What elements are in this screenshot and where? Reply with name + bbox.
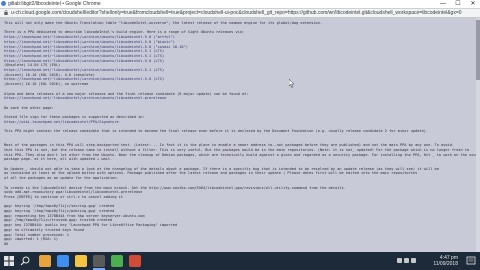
- content-line: package page. at it here, all with updat…: [4, 157, 113, 162]
- windows-start-icon[interactable]: [4, 256, 14, 266]
- content-line: OK: [4, 241, 9, 246]
- battery-icon[interactable]: [411, 258, 416, 263]
- content-line: Stated file sign for these packages is s…: [4, 115, 145, 119]
- search-icon[interactable]: [20, 256, 31, 266]
- browser-title-bar: gitlab:libgit2/libcodeintel • Google Chr…: [0, 0, 480, 9]
- volume-icon[interactable]: [404, 258, 409, 263]
- chrome-icon: [1, 1, 6, 6]
- content-line: gpg: Total number processed: 1: [4, 232, 69, 237]
- system-tray: 4:47 pm 11/09/2018: [397, 254, 458, 268]
- taskbar-app-icon[interactable]: [93, 255, 105, 267]
- content-line: gpg: key 1378B444: public key "Launchpad…: [4, 223, 178, 228]
- scrollbar-thumb[interactable]: [476, 20, 480, 80]
- taskbar-app-icon[interactable]: [57, 255, 69, 267]
- content-link[interactable]: https://launchpad.net/~libcodeintel/+arc…: [4, 49, 164, 53]
- content-line: Most of the packages in this PPA will st…: [4, 143, 455, 148]
- content-line: gpg: keyring '/tmp/tmpx8y71ijc/secring.g…: [4, 204, 115, 209]
- url-text[interactable]: u-ch.cloud.google.com/cloudshell/editor?…: [11, 9, 473, 17]
- taskbar-app-icon[interactable]: [111, 255, 123, 267]
- mouse-cursor-icon: [289, 79, 295, 88]
- page-content: This will not only make the Ubuntu Trans…: [0, 18, 480, 252]
- content-line: gpg: imported: 1 (RSA: 1): [4, 237, 59, 242]
- content-line: Do each the other page:: [4, 105, 54, 110]
- content-line: (Ancient) 16.10 (EOL 2016), 4.0 (obsolet…: [4, 72, 95, 77]
- content-line: this PPA. They also don't let other from…: [4, 152, 476, 157]
- content-link[interactable]: https://wiki.launchpad.net/libcodeintel/…: [4, 120, 119, 124]
- content-link[interactable]: https://launchpad.net/~libcodeintel/+arc…: [4, 35, 175, 39]
- content-line: of all the packages as an update for the…: [4, 176, 119, 181]
- content-link[interactable]: https://launchpad.net/~libcodeintel/+arc…: [4, 68, 164, 72]
- close-button[interactable]: ✕: [466, 0, 480, 8]
- taskbar: 4:47 pm 11/09/2018: [0, 252, 480, 270]
- content-line: On_Update_, should not able to_take a lo…: [4, 166, 439, 171]
- content-link[interactable]: https://launchpad.net/~libcodeintel/+arc…: [4, 77, 164, 81]
- content-line: gpg: requesting key 1378B444 from hkp se…: [4, 213, 145, 218]
- content-link[interactable]: https://launchpad.net/~libcodeintel/+arc…: [4, 45, 188, 49]
- content-link[interactable]: https://launchpad.net/~libcodeintel/+arc…: [4, 40, 175, 44]
- clock-date[interactable]: 11/09/2018: [422, 261, 458, 267]
- content-link[interactable]: https://launchpad.net/~libcodeintel/+arc…: [4, 54, 164, 58]
- content-line: This PPA might contain the release candi…: [4, 129, 429, 134]
- window-title: gitlab:libgit2/libcodeintel • Google Chr…: [8, 1, 101, 7]
- vertical-scrollbar[interactable]: [476, 18, 480, 252]
- content-line: gpg: /tmp/tmpx8y71ijc/trustdb.gpg: trust…: [4, 218, 113, 223]
- content-line: that this PPA is not, but the release ca…: [4, 147, 470, 152]
- notifications-icon[interactable]: [466, 254, 476, 268]
- content-line: This will not only make the Ubuntu Trans…: [4, 21, 323, 25]
- content-line: gpg: no ultimately trusted keys found: [4, 227, 85, 232]
- content-line: as contained at least at the upload butt…: [4, 171, 418, 176]
- content-line: Press [ENTER] to continue or ctrl-c to c…: [4, 194, 123, 199]
- content-line: gpg: keyring '/tmp/tmpx8y71ijc/pubring.g…: [4, 209, 115, 213]
- content-link[interactable]: https://launchpad.net/~libcodeintel/+arc…: [4, 59, 164, 63]
- taskbar-app-icon[interactable]: [129, 255, 141, 267]
- content-link[interactable]: https://launchpad.net/~libcodeintel/+arc…: [4, 96, 166, 100]
- content-line: sudo add-apt-repository ppa:libcodeintel…: [4, 190, 143, 195]
- content-line: To create in the libcodeIntel device fro…: [4, 185, 346, 190]
- network-icon[interactable]: [397, 258, 402, 263]
- maximize-button[interactable]: ☐: [451, 0, 465, 8]
- content-line: (Ancient) 16.10 (EOL 2016), no upstream: [4, 82, 89, 87]
- address-bar[interactable]: u-ch.cloud.google.com/cloudshell/editor?…: [0, 9, 480, 18]
- taskbar-app-icon[interactable]: [39, 255, 51, 267]
- content-line: Alpha and beta releases of a new major r…: [4, 91, 249, 96]
- content-line: There is a PPA dedicated to describe lib…: [4, 30, 245, 35]
- minimize-button[interactable]: —: [436, 0, 450, 8]
- content-line: (Obsolete) 14.04 LTS (EOL): [4, 63, 61, 68]
- lock-icon: [4, 10, 8, 15]
- taskbar-app-icon[interactable]: [75, 255, 87, 267]
